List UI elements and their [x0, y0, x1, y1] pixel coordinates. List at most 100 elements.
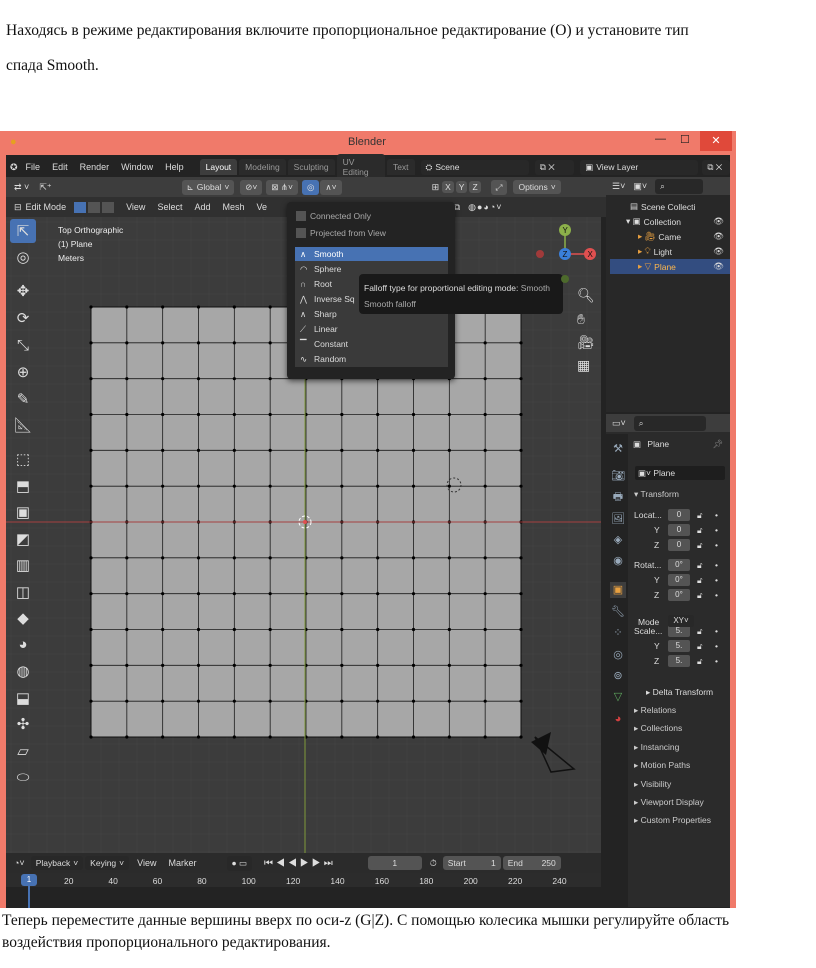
lock-icon[interactable]: 🔓︎: [697, 540, 703, 551]
falloff-option-smooth[interactable]: ∧ Smooth: [295, 247, 448, 262]
menu-window[interactable]: Window: [121, 162, 153, 172]
editor-type-icon[interactable]: ⇄ ˅: [14, 182, 29, 193]
view-layer-tab-icon[interactable]: 🖼︎: [610, 511, 626, 527]
blender-menu-icon[interactable]: ✪: [10, 162, 18, 173]
outliner-scene-collection[interactable]: ▤ Scene Collecti: [610, 199, 730, 214]
world-tab-icon[interactable]: ◉: [610, 553, 626, 569]
physics-tab-icon[interactable]: ◎: [610, 647, 626, 663]
stopwatch-icon[interactable]: ⏱: [430, 858, 437, 869]
outliner-search[interactable]: ⌕: [655, 178, 704, 194]
playhead[interactable]: 1: [21, 874, 37, 886]
keyframe-dot-icon[interactable]: •: [715, 590, 718, 600]
cursor-select-icon[interactable]: ⇱: [10, 219, 36, 243]
falloff-selector[interactable]: ∧˅: [320, 179, 342, 195]
outliner-item-came[interactable]: ▸ 🎥︎ Came 👁︎: [610, 229, 730, 244]
lock-icon[interactable]: 🔓︎: [697, 560, 703, 571]
lock-icon[interactable]: 🔓︎: [697, 590, 703, 601]
workspace-tab-sculpting[interactable]: Sculpting: [287, 159, 335, 175]
menu-edit[interactable]: Edit: [52, 162, 68, 172]
lock-icon[interactable]: 🔓︎: [697, 626, 703, 637]
camera-view-icon[interactable]: 🎥︎: [577, 334, 595, 351]
panel-visibility[interactable]: ▸ Visibility: [634, 779, 671, 790]
delta-transform-header[interactable]: ▸ Delta Transform: [646, 687, 713, 698]
measure-icon[interactable]: 📐︎: [10, 413, 36, 437]
pin-icon[interactable]: 📌︎: [712, 439, 723, 450]
keyframe-dot-icon[interactable]: •: [715, 525, 718, 535]
panel-instancing[interactable]: ▸ Instancing: [634, 742, 679, 753]
rip-icon[interactable]: ⬭: [10, 765, 36, 789]
rotate-icon[interactable]: ⟳: [10, 306, 36, 330]
spin-icon[interactable]: ◕: [10, 633, 36, 657]
add-cube-icon[interactable]: ⬚: [10, 447, 36, 471]
shear-icon[interactable]: ▱: [10, 739, 36, 763]
minimize-button[interactable]: —: [655, 133, 666, 145]
outliner-item-light[interactable]: ▸ 💡︎ Light 👁︎: [610, 244, 730, 259]
view-layer-selector[interactable]: ▣ View Layer: [580, 159, 699, 175]
header-menu-add[interactable]: Add: [194, 202, 210, 212]
header-menu-view[interactable]: View: [126, 202, 145, 212]
pan-hand-icon[interactable]: ✋︎: [577, 311, 585, 328]
transform-orientation[interactable]: ⊾ Global ˅: [181, 179, 235, 195]
projected-from-view-checkbox[interactable]: Projected from View: [296, 228, 455, 238]
tool-tab-icon[interactable]: ⚒: [610, 441, 626, 457]
workspace-tab-modeling[interactable]: Modeling: [239, 159, 286, 175]
knife-icon[interactable]: ◫: [10, 580, 36, 604]
outliner-editor-icon[interactable]: ☰˅: [612, 181, 625, 192]
visibility-eye-icon[interactable]: 👁︎: [713, 231, 724, 242]
visibility-eye-icon[interactable]: 👁︎: [713, 246, 724, 257]
particles-tab-icon[interactable]: ⁘: [610, 625, 626, 641]
transform-panel-header[interactable]: ▾ Transform: [634, 489, 679, 500]
keyframe-dot-icon[interactable]: •: [715, 540, 718, 550]
panel-custom-properties[interactable]: ▸ Custom Properties: [634, 815, 711, 826]
timeline-editor-icon[interactable]: ◔˅: [14, 858, 25, 868]
vertex-select-icon[interactable]: [74, 201, 87, 213]
select-tool-icon[interactable]: ⇱⁺: [39, 182, 51, 193]
outliner-item-plane[interactable]: ▸ ▽ Plane 👁︎: [610, 259, 730, 274]
bevel-icon[interactable]: ◩: [10, 527, 36, 551]
lock-icon[interactable]: 🔓︎: [697, 656, 703, 667]
object-tab-icon[interactable]: ▣: [610, 582, 626, 598]
falloff-option-linear[interactable]: ⟋ Linear: [295, 322, 448, 337]
timeline-marker-menu[interactable]: Marker: [169, 858, 197, 868]
lock-icon[interactable]: 🔓︎: [697, 510, 703, 521]
options-dropdown[interactable]: Options ˅: [513, 180, 561, 194]
keyframe-dot-icon[interactable]: •: [715, 560, 718, 570]
proportional-edit-toggle[interactable]: ◎: [301, 179, 320, 195]
shrink-fatten-icon[interactable]: ✣: [10, 712, 36, 736]
keying-dropdown[interactable]: Keying ˅: [85, 856, 130, 870]
visibility-eye-icon[interactable]: 👁︎: [713, 216, 724, 227]
mirror-axis-x[interactable]: X: [442, 181, 454, 193]
outliner-collection[interactable]: ▾ ▣ Collection 👁︎: [610, 214, 730, 229]
playback-controls[interactable]: ⏮◀◀▶▶⏭: [264, 858, 336, 869]
properties-search[interactable]: ⌕: [633, 415, 706, 431]
maximize-button[interactable]: ☐: [680, 133, 690, 146]
render-tab-icon[interactable]: 📷︎: [610, 468, 626, 484]
edge-slide-icon[interactable]: ⬓: [10, 686, 36, 710]
playback-dropdown[interactable]: Playback ˅: [30, 856, 84, 870]
mode-selector[interactable]: Edit Mode: [26, 202, 67, 212]
mirror-axis-z[interactable]: Z: [469, 181, 481, 193]
close-button[interactable]: ✕: [700, 131, 732, 151]
workspace-tab-text[interactable]: Text: [386, 159, 415, 175]
shading-icons[interactable]: ◍●◕◔˅: [468, 202, 502, 213]
scale-icon[interactable]: ⤡: [10, 333, 36, 357]
inset-icon[interactable]: ▣: [10, 500, 36, 524]
mirror-axis-y[interactable]: Y: [455, 181, 468, 193]
scene-selector[interactable]: ⛭ Scene: [420, 159, 529, 175]
scale-field-y[interactable]: 5.: [668, 640, 690, 652]
move-icon[interactable]: ✥: [10, 279, 36, 303]
menu-file[interactable]: File: [26, 162, 41, 172]
keyframe-dot-icon[interactable]: •: [715, 626, 718, 636]
smooth-icon[interactable]: ◍: [10, 659, 36, 683]
rotation-field-z[interactable]: 0°: [668, 589, 690, 601]
timeline-view-menu[interactable]: View: [137, 858, 156, 868]
end-frame-field[interactable]: End 250: [502, 856, 561, 870]
snap-selector[interactable]: ⊠ ⋔˅: [266, 179, 298, 195]
material-tab-icon[interactable]: ◕: [610, 711, 626, 727]
location-field-y[interactable]: 0: [668, 524, 690, 536]
keyframe-dot-icon[interactable]: •: [715, 510, 718, 520]
3d-cursor-icon[interactable]: ◎: [10, 245, 36, 269]
data-tab-icon[interactable]: ▽: [610, 689, 626, 705]
view-layer-buttons[interactable]: ⧉ ✕: [702, 159, 730, 175]
edge-select-icon[interactable]: [88, 201, 101, 213]
